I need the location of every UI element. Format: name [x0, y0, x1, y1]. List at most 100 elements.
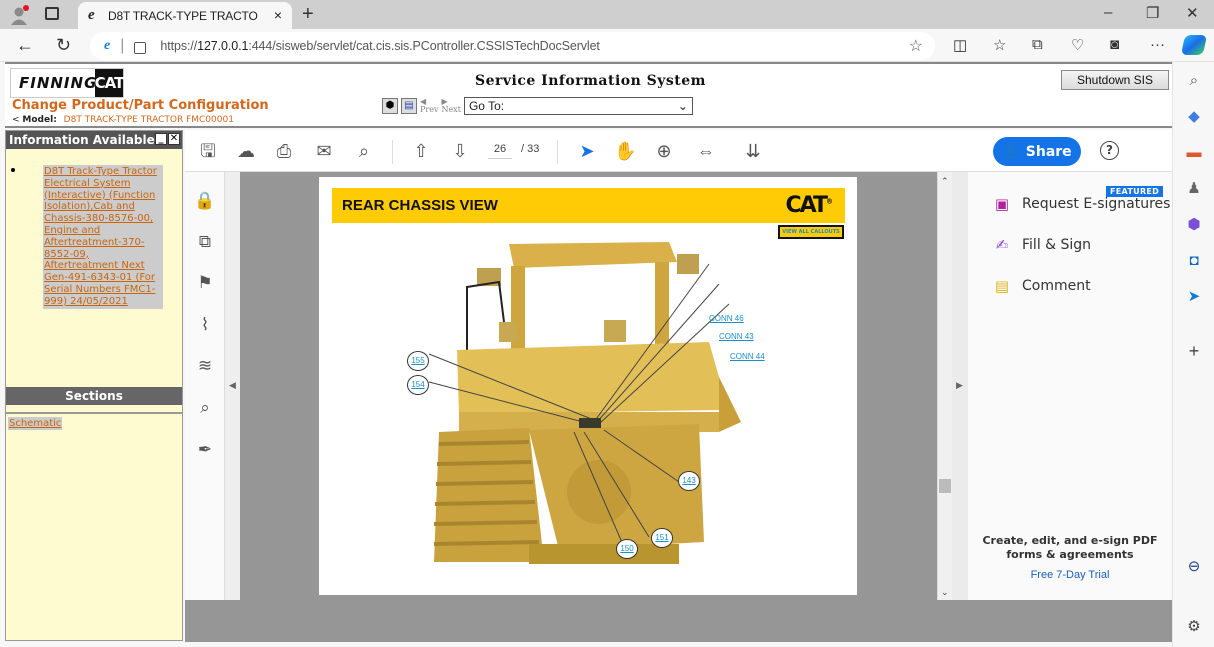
divider [6, 412, 182, 414]
select-cursor-icon[interactable]: ➤ [576, 140, 598, 162]
previous-page-icon[interactable]: ⇧ [410, 140, 432, 162]
shopping-tag-icon[interactable]: ◆ [1185, 108, 1203, 126]
free-trial-link[interactable]: Free 7-Day Trial [968, 569, 1172, 581]
tools-pane: FEATURED ▣ Request E-signatures ✍ Fill &… [968, 172, 1172, 600]
shutdown-sis-button[interactable]: Shutdown SIS [1061, 70, 1169, 90]
divider [392, 140, 393, 164]
divider: | [120, 37, 125, 54]
restore-button[interactable]: ❐ [1146, 4, 1159, 22]
microsoft365-icon[interactable]: ⬢ [1185, 216, 1203, 234]
bookmark-icon[interactable]: ⚑ [194, 272, 216, 294]
new-tab-button[interactable]: + [302, 3, 314, 26]
fill-sign-tool[interactable]: ✍ Fill & Sign [992, 235, 1091, 255]
minimize-panel-icon[interactable]: _ [155, 133, 167, 145]
url-text[interactable]: https://127.0.0.1:444/sisweb/servlet/cat… [160, 39, 600, 53]
split-screen-icon[interactable]: ◫ [953, 36, 967, 54]
ie-mode-icon[interactable]: e [104, 38, 110, 54]
refresh-icon[interactable]: ↻ [56, 35, 71, 56]
minimize-button[interactable]: – [1104, 4, 1112, 21]
browser-essentials-icon[interactable]: ♡ [1071, 36, 1084, 54]
hex-nut-icon[interactable]: ⬢ [382, 98, 398, 114]
left-rail-collapse[interactable]: ◀ [225, 172, 240, 600]
layers-icon[interactable]: ≋ [194, 355, 216, 377]
tab-actions-icon[interactable] [45, 7, 59, 20]
teamviewer-icon[interactable]: ⊖ [1185, 558, 1203, 576]
close-panel-icon[interactable]: ✕ [168, 133, 180, 145]
document-link[interactable]: D8T Track-Type Tractor Electrical System… [43, 165, 163, 309]
triangle-left-icon: ◀ [229, 380, 236, 390]
scroll-down-icon[interactable]: ⌄ [941, 587, 949, 598]
tool-label: Request E-signatures [1022, 196, 1171, 212]
scroll-mode-icon[interactable]: ⇊ [742, 140, 764, 162]
share-label: Share [1025, 143, 1072, 160]
zoom-in-icon[interactable]: ⊕ [653, 140, 675, 162]
outlook-icon[interactable]: ◘ [1185, 252, 1203, 270]
ie-compat-icon[interactable]: ◙ [1110, 36, 1119, 53]
canvas-bottom [185, 600, 1172, 642]
print-icon[interactable]: ⎙ [273, 140, 295, 162]
vertical-scrollbar[interactable]: ⌃ ⌄ [937, 172, 952, 600]
lock-icon[interactable] [134, 42, 147, 54]
upload-cloud-icon[interactable]: ☁ [235, 140, 257, 162]
view-all-callouts-button[interactable]: VIEW ALL CALLOUTS [778, 225, 844, 239]
callout-155[interactable]: 155 [407, 351, 429, 371]
edge-sidebar: ⌕ ◆ ▬ ♟ ⬢ ◘ ➤ + ⊖ ⚙ [1172, 62, 1214, 647]
page-heading: REAR CHASSIS VIEW [342, 197, 498, 214]
send-icon[interactable]: ➤ [1185, 288, 1203, 306]
goto-select[interactable]: Go To: ⌄ [463, 97, 693, 115]
callout-conn-43[interactable]: CONN 43 [719, 332, 754, 341]
prev-button[interactable]: ◀ Prev [420, 98, 438, 114]
divider [557, 140, 558, 164]
change-configuration-link[interactable]: Change Product/Part Configuration [12, 98, 269, 113]
back-arrow-icon[interactable]: ← [16, 35, 34, 56]
callout-151[interactable]: 151 [651, 528, 673, 548]
help-icon[interactable]: ? [1100, 141, 1119, 160]
fit-page-icon[interactable]: ⇔ [695, 140, 717, 162]
fill-sign-pen-icon[interactable]: ✒ [194, 439, 216, 461]
collections-icon[interactable]: ⧉ [1032, 36, 1043, 53]
tool-label: Comment [1022, 278, 1091, 294]
right-pane-collapse[interactable]: ▶ [952, 172, 968, 600]
search-icon[interactable]: ⌕ [1185, 72, 1203, 90]
next-page-icon[interactable]: ⇩ [449, 140, 471, 162]
email-icon[interactable]: ✉ [313, 140, 335, 162]
callout-150[interactable]: 150 [616, 539, 638, 559]
close-window-button[interactable]: ✕ [1186, 4, 1199, 22]
document-icon[interactable]: ▤ [401, 98, 417, 114]
callout-143[interactable]: 143 [678, 471, 700, 491]
add-icon[interactable]: + [1185, 342, 1203, 360]
cat-logo: CAT® [785, 193, 833, 218]
share-button[interactable]: 👤 Share [993, 137, 1081, 166]
url-field[interactable]: e | https://127.0.0.1:444/sisweb/servlet… [90, 32, 935, 60]
favorites-icon[interactable]: ☆ [993, 36, 1006, 54]
lock-icon[interactable]: 🔒 [194, 190, 216, 212]
pdf-viewer: 🖫 ☁ ⎙ ✉ ⌕ ⇧ ⇩ 26 / 33 ➤ ✋ ⊕ ⇔ ⇊ 👤 Share … [185, 130, 1172, 642]
callout-conn-46[interactable]: CONN 46 [709, 314, 744, 323]
hand-tool-icon[interactable]: ✋ [614, 140, 636, 162]
games-icon[interactable]: ♟ [1185, 180, 1203, 198]
settings-gear-icon[interactable]: ⚙ [1185, 618, 1203, 636]
scroll-up-icon[interactable]: ⌃ [941, 176, 949, 187]
request-esignatures-tool[interactable]: ▣ Request E-signatures [992, 194, 1171, 214]
pages-icon[interactable]: ⧉ [194, 231, 216, 253]
scroll-thumb[interactable] [939, 479, 951, 493]
close-tab-icon[interactable]: × [274, 7, 282, 23]
active-tab[interactable]: e D8T TRACK-TYPE TRACTOR FMC00001 × [78, 2, 292, 29]
search-icon[interactable]: ⌕ [194, 397, 216, 419]
favorite-star-icon[interactable]: ☆ [909, 36, 923, 56]
comment-tool[interactable]: ▤ Comment [992, 276, 1091, 296]
section-link-schematic[interactable]: Schematic [8, 417, 63, 430]
tools-icon[interactable]: ▬ [1185, 144, 1203, 162]
attachment-icon[interactable]: ⌇ [194, 314, 216, 336]
profile-icon[interactable] [10, 5, 30, 25]
next-button[interactable]: ▶ Next [441, 98, 460, 114]
page-title: Service Information System [475, 73, 706, 89]
page-number-input[interactable]: 26 [488, 143, 512, 159]
more-icon[interactable]: ··· [1150, 36, 1165, 53]
panel-title: Information Available [9, 133, 155, 147]
callout-conn-44[interactable]: CONN 44 [730, 352, 765, 361]
chevron-left-icon[interactable]: < [12, 115, 20, 125]
callout-154[interactable]: 154 [407, 375, 429, 395]
search-text-icon[interactable]: ⌕ [353, 140, 375, 162]
save-icon[interactable]: 🖫 [197, 140, 219, 162]
